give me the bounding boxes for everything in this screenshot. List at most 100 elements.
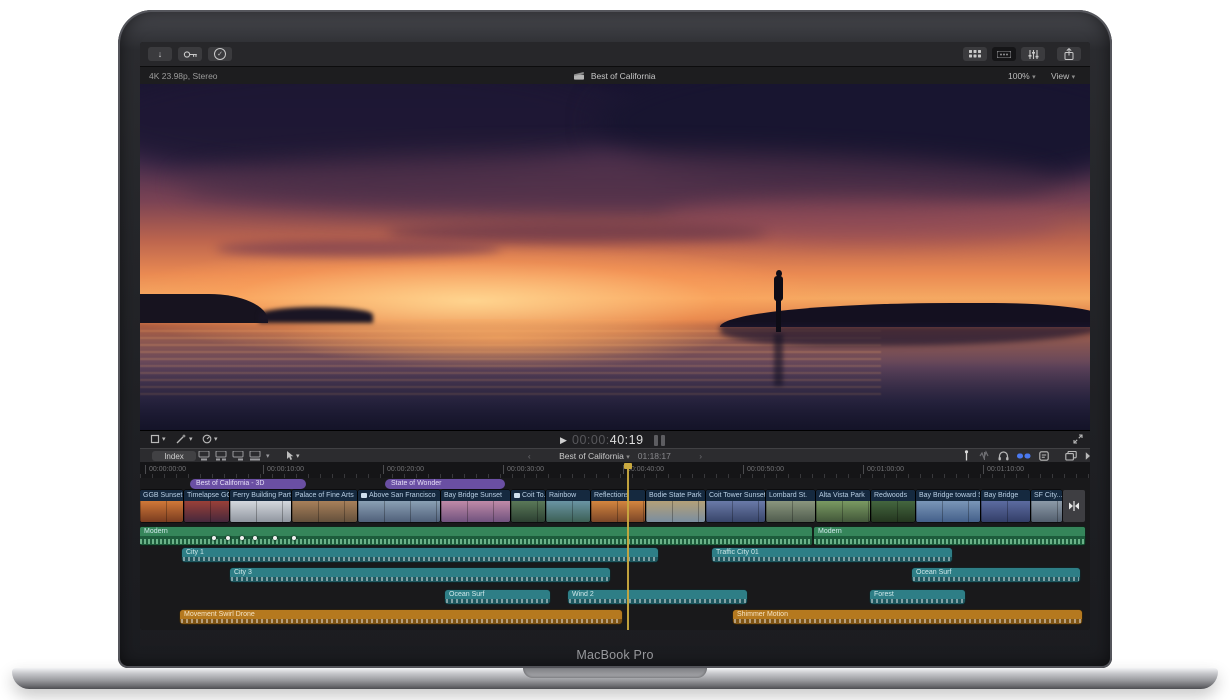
keyframe-dot[interactable] <box>226 536 230 540</box>
audio-clip-label: City 1 <box>182 548 658 557</box>
audio-clip[interactable]: City 3 <box>230 568 610 582</box>
timeline-clip[interactable]: Ferry Building Part 2 <box>230 490 291 522</box>
timeline-end-cap[interactable] <box>1063 490 1085 522</box>
compound-clip-icon <box>514 493 520 498</box>
checkmark-button[interactable]: ✓ <box>208 47 232 61</box>
timeline-clip[interactable]: Palace of Fine Arts <box>292 490 357 522</box>
clip-name: SF City... <box>1031 490 1062 501</box>
audio-clip-label: Traffic City 01 <box>712 548 952 557</box>
zoom-dropdown[interactable]: 100% ▾ <box>1008 71 1036 81</box>
keywords-button[interactable] <box>178 47 202 61</box>
timeline-clip[interactable]: Bay Bridge Sunset <box>441 490 510 522</box>
sequence-navigator: ‹ Best of California ▾01:18:17 › <box>140 451 1090 461</box>
audio-waveform <box>814 539 1085 544</box>
timeline-clip[interactable]: Reflections <box>591 490 645 522</box>
marker-note-icon[interactable] <box>1039 451 1049 461</box>
timeline-clip[interactable]: Redwoods <box>871 490 915 522</box>
timeline-marker[interactable]: Best of California - 3D <box>190 479 306 489</box>
duplicate-icon[interactable] <box>1065 451 1077 461</box>
trim-crossover-icon[interactable] <box>1085 451 1090 461</box>
check-circle-icon: ✓ <box>214 48 226 60</box>
timeline-marker[interactable]: State of Wonder <box>385 479 505 489</box>
clip-thumbnail <box>441 501 510 522</box>
clip-thumbnail <box>546 501 590 522</box>
timeline-clip[interactable]: Bay Bridge toward SF <box>916 490 980 522</box>
audio-waveform <box>446 599 549 603</box>
timeline-clip[interactable]: Bodie State Park <box>646 490 705 522</box>
timeline-clip[interactable]: Timelapse GGB <box>184 490 229 522</box>
keyframe-dot[interactable] <box>253 536 257 540</box>
clip-name: Redwoods <box>871 490 915 501</box>
audio-clip[interactable]: Ocean Surf <box>912 568 1080 582</box>
audio-waveform <box>183 557 657 561</box>
solo-headphones-icon[interactable] <box>998 450 1009 461</box>
clip-thumbnail <box>1031 501 1062 522</box>
audio-clip-label: Movement Swirl Drone <box>180 610 622 619</box>
clip-thumbnail <box>511 501 545 522</box>
bottom-vignette <box>140 361 1090 430</box>
timeline-clip[interactable]: Bay Bridge <box>981 490 1030 522</box>
clip-name: Bay Bridge toward SF <box>916 490 980 501</box>
keyframe-dot[interactable] <box>240 536 244 540</box>
audio-clip[interactable]: Traffic City 01 <box>712 548 952 562</box>
keyframe-dot[interactable] <box>212 536 216 540</box>
audio-skimming-icon[interactable] <box>979 450 990 461</box>
person-silhouette <box>776 299 781 332</box>
download-button[interactable]: ↓ <box>148 47 172 61</box>
timeline-clip[interactable]: SF City... <box>1031 490 1062 522</box>
music-clip-label: Modern <box>140 527 812 536</box>
browser-view-button[interactable] <box>963 47 987 61</box>
audio-clip[interactable]: Movement Swirl Drone <box>180 610 622 624</box>
expand-icon <box>1073 434 1083 444</box>
keyframe-dot[interactable] <box>273 536 277 540</box>
inspector-button[interactable] <box>1021 47 1045 61</box>
audio-waveform <box>231 577 609 581</box>
timeline-clip[interactable]: Alta Vista Park <box>816 490 870 522</box>
audio-clip[interactable]: Wind 2 <box>568 590 747 604</box>
cloud-streak <box>387 222 767 243</box>
audio-meters-icon[interactable] <box>654 435 665 446</box>
music-clip[interactable]: Modern <box>814 527 1085 545</box>
timeline-clip[interactable]: GGB Sunset <box>140 490 183 522</box>
ruler-tick: 00:01:10:00 <box>983 465 1024 474</box>
audio-clip-label: Wind 2 <box>568 590 747 599</box>
timeline-clip[interactable]: Lombard St. <box>766 490 815 522</box>
next-sequence-button[interactable]: › <box>699 451 702 461</box>
timeline-clip[interactable]: Coit Tower Sunset <box>706 490 765 522</box>
timeline-clip[interactable]: Rainbow <box>546 490 590 522</box>
filmstrip-view-button[interactable] <box>992 47 1016 61</box>
audio-clip-label: Ocean Surf <box>912 568 1080 577</box>
audio-clip[interactable]: Ocean Surf <box>445 590 550 604</box>
music-clip[interactable]: Modern <box>140 527 812 545</box>
clip-thumbnail <box>140 501 183 522</box>
sequence-title-dropdown[interactable]: Best of California ▾01:18:17 <box>559 451 671 461</box>
clip-thumbnail <box>916 501 980 522</box>
snapping-icon[interactable] <box>1017 452 1031 460</box>
clip-thumbnail <box>292 501 357 522</box>
view-dropdown[interactable]: View ▾ <box>1051 71 1075 81</box>
share-button[interactable] <box>1057 47 1081 61</box>
playhead[interactable] <box>627 463 629 630</box>
playhead-handle[interactable] <box>624 463 632 469</box>
timeline-ruler[interactable]: 00:00:00:0000:00:10:0000:00:20:0000:00:3… <box>140 462 1090 479</box>
timeline-clip[interactable]: Coit To... <box>511 490 545 522</box>
audio-clip[interactable]: Shimmer Motion <box>733 610 1082 624</box>
color-tool-dropdown[interactable]: ▾ <box>202 434 218 444</box>
clip-thumbnail <box>230 501 291 522</box>
skimming-icon[interactable] <box>962 450 971 461</box>
timeline-clip[interactable]: Above San Francisco <box>358 490 440 522</box>
audio-clip[interactable]: Forest <box>870 590 965 604</box>
audio-clip-label: Forest <box>870 590 965 599</box>
download-icon: ↓ <box>158 49 163 59</box>
effects-tool-dropdown[interactable]: ▾ <box>176 434 193 444</box>
clip-name: Reflections <box>591 490 645 501</box>
clip-thumbnail <box>766 501 815 522</box>
lid-notch <box>523 668 707 678</box>
keyframe-dot[interactable] <box>292 536 296 540</box>
expand-viewer-button[interactable] <box>1073 434 1083 444</box>
audio-waveform <box>871 599 964 603</box>
prev-sequence-button[interactable]: ‹ <box>528 451 531 461</box>
play-button[interactable]: ▶ <box>560 436 567 445</box>
crop-tool-dropdown[interactable]: ▾ <box>150 434 166 444</box>
audio-clip[interactable]: City 1 <box>182 548 658 562</box>
